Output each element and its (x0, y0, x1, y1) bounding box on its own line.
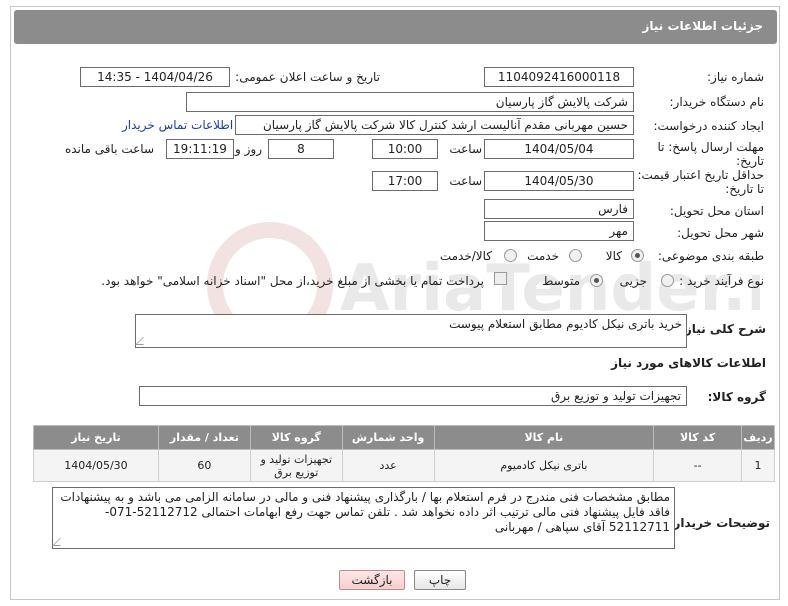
buyer-org-label: نام دستگاه خریدار: (669, 95, 765, 109)
items-table: ردیف کد کالا نام کالا واحد شمارش گروه کا… (33, 425, 775, 482)
need-number-field[interactable]: 1104092416000118 (484, 67, 634, 87)
resize-grip-icon[interactable] (52, 538, 68, 546)
buyer-notes-label: توضیحات خریدار: (668, 516, 770, 530)
process-medium-radio[interactable] (590, 274, 603, 287)
category-both-radio[interactable] (504, 249, 517, 262)
min-price-time-field[interactable]: 17:00 (372, 171, 438, 191)
buyer-contact-link[interactable]: اطلاعات تماس خریدار (122, 118, 233, 132)
back-button[interactable]: بازگشت (339, 570, 405, 590)
remaining-label: ساعت باقی مانده (64, 142, 154, 156)
creator-value: حسین مهربانی مقدم آنالیست ارشد کنترل کال… (262, 118, 628, 132)
goods-section-title: اطلاعات کالاهای مورد نیاز (611, 356, 766, 370)
creator-label: ایجاد کننده درخواست: (653, 119, 764, 133)
deadline-date-field[interactable]: 1404/05/04 (484, 139, 634, 159)
min-price-label-2: تا تاریخ: (725, 182, 764, 196)
category-service-radio[interactable] (569, 249, 582, 262)
treasury-checkbox[interactable] (494, 272, 507, 285)
province-label: استان محل تحویل: (669, 204, 764, 218)
cell-group: تجهیزات تولید و توزیع برق (249, 449, 343, 482)
buyer-notes-value: مطابق مشخصات فنی مندرج در فرم استعلام به… (60, 490, 670, 534)
table-row: 1 -- باتری نیکل کادمیوم عدد تجهیزات تولی… (33, 449, 775, 482)
buyer-notes-textarea[interactable]: مطابق مشخصات فنی مندرج در فرم استعلام به… (52, 487, 675, 549)
col-group: گروه کالا (249, 425, 343, 450)
cell-qty: 60 (157, 449, 251, 482)
category-service-label: خدمت (527, 249, 559, 263)
province-field[interactable]: فارس (484, 199, 634, 219)
col-code: کد کالا (653, 425, 743, 450)
process-label: نوع فرآیند خرید : (679, 274, 764, 288)
description-textarea[interactable]: خرید باتری نیکل کادیوم مطابق استعلام پیو… (135, 314, 687, 348)
city-label: شهر محل تحویل: (677, 226, 764, 240)
days-field[interactable]: 8 (268, 139, 334, 159)
header-bar: جزئیات اطلاعات نیاز (14, 10, 777, 44)
goods-group-label: گروه کالا: (707, 390, 766, 404)
col-qty: تعداد / مقدار (157, 425, 251, 450)
table-header-row: ردیف کد کالا نام کالا واحد شمارش گروه کا… (33, 425, 775, 450)
cell-code: -- (653, 449, 743, 482)
need-number-label: شماره نیاز: (707, 70, 764, 84)
cell-row: 1 (741, 449, 775, 482)
category-goods-radio[interactable] (631, 249, 644, 262)
cell-name: باتری نیکل کادمیوم (433, 449, 655, 482)
category-label: طبقه بندی موضوعی: (657, 249, 764, 263)
deadline-time-label: ساعت (449, 142, 482, 156)
description-value: خرید باتری نیکل کادیوم مطابق استعلام پیو… (449, 317, 682, 331)
process-medium-label: متوسط (542, 274, 580, 288)
city-field[interactable]: مهر (484, 221, 634, 241)
min-price-time-label: ساعت (449, 174, 482, 188)
announce-label: تاریخ و ساعت اعلان عمومی: (235, 70, 380, 84)
cell-unit: عدد (341, 449, 435, 482)
process-minor-radio[interactable] (661, 274, 674, 287)
remaining-time-field[interactable]: 19:11:19 (166, 139, 234, 159)
min-price-label: حداقل تاریخ اعتبار قیمت: (637, 168, 764, 182)
description-label: شرح کلی نیاز: (680, 322, 766, 336)
resize-grip-icon[interactable] (135, 337, 151, 345)
page-title: جزئیات اطلاعات نیاز (642, 19, 763, 33)
print-button[interactable]: چاپ (414, 570, 466, 590)
category-both-label: کالا/خدمت (439, 249, 492, 263)
min-price-date-field[interactable]: 1404/05/30 (484, 171, 634, 191)
creator-field[interactable]: حسین مهربانی مقدم آنالیست ارشد کنترل کال… (235, 115, 634, 135)
goods-group-field[interactable]: تجهیزات تولید و توزیع برق (139, 386, 687, 406)
col-row: ردیف (741, 425, 775, 450)
buyer-org-field[interactable]: شرکت پالایش گاز پارسیان (186, 92, 634, 112)
deadline-label-2: تاریخ: (736, 154, 764, 168)
col-unit: واحد شمارش (341, 425, 435, 450)
cell-date: 1404/05/30 (33, 449, 159, 482)
announce-field[interactable]: 1404/04/26 - 14:35 (80, 67, 230, 87)
payment-note: پرداخت تمام یا بخشی از مبلغ خرید،از محل … (101, 274, 484, 288)
category-goods-label: کالا (605, 249, 622, 263)
col-name: نام کالا (433, 425, 655, 450)
process-minor-label: جزیی (619, 274, 647, 288)
deadline-label: مهلت ارسال پاسخ: تا (657, 140, 764, 154)
days-label: روز و (235, 142, 262, 156)
col-date: تاریخ نیاز (33, 425, 159, 450)
deadline-time-field[interactable]: 10:00 (372, 139, 438, 159)
